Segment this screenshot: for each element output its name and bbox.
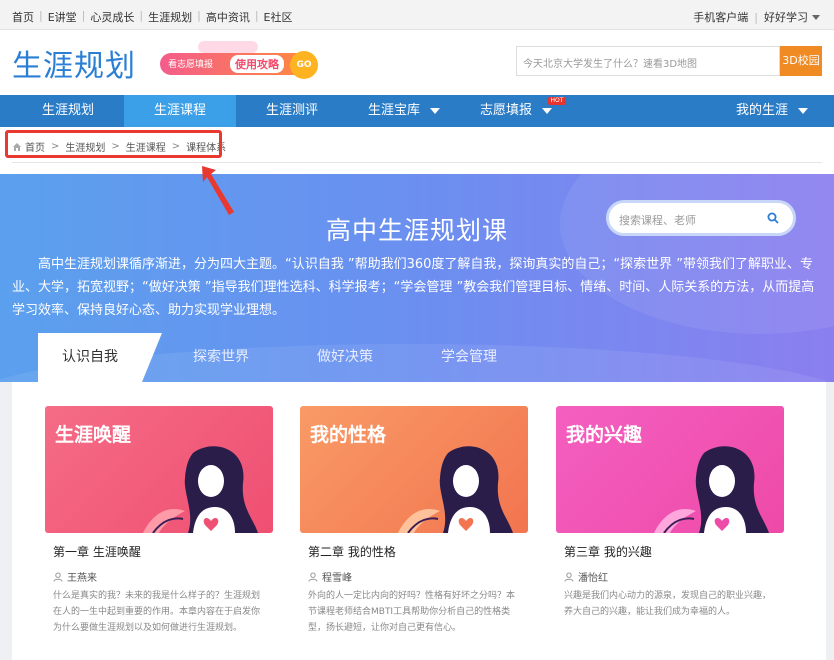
top-link-electure[interactable]: E讲堂 [48, 9, 77, 25]
top-link-home[interactable]: 首页 [12, 9, 34, 25]
course-card-description: 外向的人一定比内向的好吗？性格有好坏之分吗？本节课程老师结合MBTI工具帮助你分… [308, 591, 516, 633]
nav-item-my-career-label: 我的生涯 [735, 103, 788, 118]
top-link-career[interactable]: 生涯规划 [148, 9, 192, 25]
course-card-image-title: 生涯唤醒 [55, 424, 132, 446]
promo-banner[interactable]: 看志愿填报 使用攻略 GO [158, 41, 326, 79]
header: 生涯规划 看志愿填报 使用攻略 GO 今天北京大学发生了什么？速看3D地图 3D… [0, 31, 834, 95]
promo-left-text: 看志愿填报 [168, 60, 214, 70]
course-card-image[interactable]: 我的性格 [300, 406, 528, 533]
tab-explore-world[interactable]: 探索世界 [162, 333, 280, 382]
header-search-input[interactable]: 今天北京大学发生了什么？速看3D地图 [516, 46, 780, 76]
chevron-down-icon [798, 107, 808, 114]
tab-make-decision[interactable]: 做好决策 [286, 333, 404, 382]
nav-item-library[interactable]: 生涯宝库 [348, 95, 460, 127]
tab-learn-manage[interactable]: 学会管理 [410, 333, 528, 382]
page-gutter [826, 382, 834, 660]
nav-item-career-plan[interactable]: 生涯规划 [12, 95, 124, 127]
course-card-image-title: 我的兴趣 [566, 424, 643, 446]
tab-know-self[interactable]: 认识自我 [38, 333, 162, 382]
course-card[interactable]: 我的性格 第二章 我的性格 程雪峰 外向的人一定比内向的好吗？性格有好坏之分吗？… [300, 406, 528, 633]
user-icon [308, 572, 318, 582]
course-card-author-name: 王燕来 [67, 573, 97, 584]
nav-item-library-label: 生涯宝库 [367, 103, 420, 118]
course-card-description: 兴趣是我们内心动力的源泉，发现自己的职业兴趣，养大自己的兴趣，能让我们成为幸福的… [564, 591, 772, 617]
course-card[interactable]: 生涯唤醒 第一章 生涯唤醒 王燕来 什么是真实的我？未来的我是什么样子的？生涯规… [45, 406, 273, 633]
nav-item-assessment[interactable]: 生涯测评 [236, 95, 348, 127]
campus-3d-button[interactable]: 3D校园 [780, 46, 822, 76]
main-nav: 生涯规划 生涯课程 生涯测评 生涯宝库 志愿填报 我的生涯 [0, 95, 834, 127]
course-search-placeholder: 搜索课程、老师 [619, 214, 696, 227]
user-icon [53, 572, 63, 582]
promo-decoration [198, 41, 258, 53]
breadcrumb-highlight-box [5, 130, 222, 158]
course-card-chapter[interactable]: 第三章 我的兴趣 [564, 543, 652, 560]
user-icon [564, 572, 574, 582]
mobile-client-link[interactable]: 手机客户端 [693, 9, 748, 25]
course-card-author: 程雪峰 [308, 569, 352, 584]
annotation-arrow-icon [202, 166, 234, 215]
top-link-mind[interactable]: 心灵成长 [90, 9, 134, 25]
banner-description: 高中生涯规划课循序渐进，分为四大主题。“认识自我 ”帮助我们360度了解自我，探… [12, 257, 815, 318]
course-card-chapter[interactable]: 第一章 生涯唤醒 [53, 543, 141, 560]
girl-illustration-icon [398, 446, 513, 533]
nav-item-courses[interactable]: 生涯课程 [124, 95, 236, 127]
course-card-author: 潘怡红 [564, 569, 608, 584]
course-search-input[interactable]: 搜索课程、老师 [606, 200, 796, 236]
course-card-image[interactable]: 生涯唤醒 [45, 406, 273, 533]
girl-illustration-icon [143, 446, 258, 533]
course-card-chapter[interactable]: 第二章 我的性格 [308, 543, 396, 560]
course-card[interactable]: 我的兴趣 第三章 我的兴趣 潘怡红 兴趣是我们内心动力的源泉，发现自己的职业兴趣… [556, 406, 784, 617]
site-logo[interactable]: 生涯规划 [12, 41, 136, 85]
top-link-news[interactable]: 高中资讯 [206, 9, 250, 25]
top-right: 手机客户端 | 好好学习 [693, 9, 820, 25]
top-link-community[interactable]: E社区 [264, 9, 293, 25]
chevron-down-icon [430, 107, 440, 114]
promo-right-text: 使用攻略 [230, 55, 284, 73]
course-card-description: 什么是真实的我？未来的我是什么样子的？生涯规划在人的一生中起到重要的作用。本章内… [53, 591, 261, 633]
top-links: 首页 | E讲堂 | 心灵成长 | 生涯规划 | 高中资讯 | E社区 [12, 9, 293, 25]
nav-item-application-label: 志愿填报 [479, 103, 532, 118]
top-bar: 首页 | E讲堂 | 心灵成长 | 生涯规划 | 高中资讯 | E社区 手机客户端 | 好… [0, 0, 834, 30]
hot-badge: HOT [548, 97, 566, 105]
chevron-down-icon [812, 14, 820, 20]
course-card-image-title: 我的性格 [310, 424, 387, 446]
promo-go-badge: GO [290, 51, 318, 79]
course-card-author-name: 程雪峰 [322, 573, 352, 584]
nav-item-my-career[interactable]: 我的生涯 [722, 95, 822, 127]
girl-illustration-icon [654, 446, 769, 533]
page-gutter [0, 382, 12, 660]
course-card-image[interactable]: 我的兴趣 [556, 406, 784, 533]
course-card-author-name: 潘怡红 [578, 573, 608, 584]
user-menu[interactable]: 好好学习 [764, 9, 808, 25]
chevron-down-icon [542, 107, 552, 114]
course-card-author: 王燕来 [53, 569, 97, 584]
breadcrumb-divider [12, 162, 822, 163]
search-icon[interactable] [767, 212, 779, 224]
